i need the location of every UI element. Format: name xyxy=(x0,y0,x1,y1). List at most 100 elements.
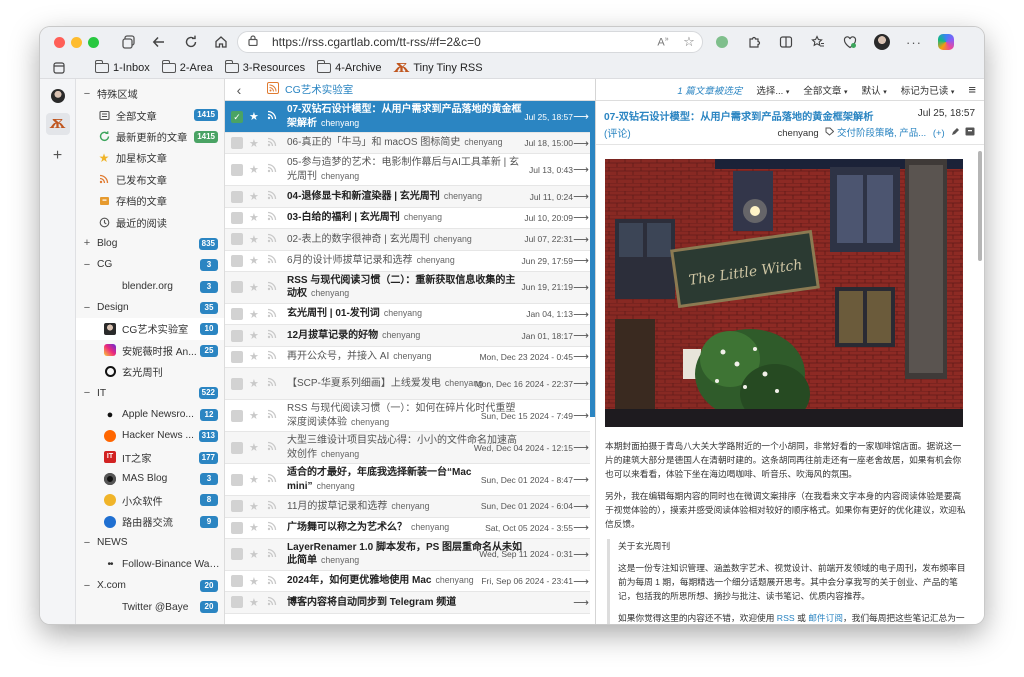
headline-row[interactable]: ★ 【SCP-华夏系列细画】上线爱发电 chenyang Mon, Dec 16 20… xyxy=(225,368,595,401)
select-checkbox[interactable] xyxy=(231,308,243,321)
copilot-icon[interactable] xyxy=(932,31,960,53)
star-icon[interactable]: ★ xyxy=(249,409,259,422)
open-arrow-icon[interactable]: ⟶ xyxy=(573,190,589,203)
publish-rss-icon[interactable] xyxy=(267,254,277,267)
open-arrow-icon[interactable]: ⟶ xyxy=(573,441,589,454)
sidebar-toggle-icon[interactable] xyxy=(53,61,65,74)
headline-row[interactable]: ★ 12月拔草记录的好物 chenyang Jan 01, 18:17 ⟶ xyxy=(225,325,595,347)
favorite-star-icon[interactable]: ☆ xyxy=(676,34,702,50)
split-screen-icon[interactable] xyxy=(772,31,800,53)
publish-rss-icon[interactable] xyxy=(267,596,277,609)
select-checkbox[interactable] xyxy=(231,350,243,363)
url-text[interactable]: https://rss.cgartlab.com/tt-rss/#f=2&c=0 xyxy=(272,35,650,49)
open-arrow-icon[interactable]: ⟶ xyxy=(573,233,589,246)
category-expander-icon[interactable]: − xyxy=(79,387,95,399)
select-checkbox[interactable] xyxy=(231,409,243,422)
bookmark-4-archive[interactable]: 4-Archive xyxy=(317,59,382,74)
feed-item[interactable]: IT IT之家 177 xyxy=(76,447,224,468)
hamburger-menu-icon[interactable]: ≡ xyxy=(968,82,976,97)
feed-category[interactable]: − NEWS xyxy=(76,532,224,553)
feed-item[interactable]: 安妮薇时报 An... 25 xyxy=(76,340,224,361)
read-aloud-icon[interactable]: A» xyxy=(650,36,676,49)
special-feed-item[interactable]: ★ 加星标文章 xyxy=(76,147,224,168)
bookmark-3-resources[interactable]: 3-Resources xyxy=(224,59,305,74)
headline-row[interactable]: ★ RSS 与现代阅读习惯（二）：重新获取信息收集的主动权 chenyang Jun … xyxy=(225,271,595,304)
feed-item[interactable]: MAS Blog 3 xyxy=(76,468,224,489)
category-expander-icon[interactable]: − xyxy=(79,302,95,314)
headline-row[interactable]: ★ 广场舞可以称之为艺术么？ chenyang Sat, Oct 05 2024 - … xyxy=(225,517,595,539)
category-expander-icon[interactable]: + xyxy=(79,237,95,249)
headline-title[interactable]: RSS 与现代阅读习惯（二）：重新获取信息收集的主动权 chenyang xyxy=(287,274,523,301)
star-icon[interactable]: ★ xyxy=(249,473,259,486)
category-expander-icon[interactable]: − xyxy=(79,88,95,100)
select-checkbox[interactable] xyxy=(231,137,243,150)
headline-row[interactable]: ★ 02-表上的数字很神奇 | 玄光周刊 chenyang Jul 07, 22:31… xyxy=(225,229,595,251)
browser-essentials-icon[interactable] xyxy=(836,31,864,53)
open-arrow-icon[interactable]: ⟶ xyxy=(573,500,589,513)
publish-rss-icon[interactable] xyxy=(267,190,277,203)
open-arrow-icon[interactable]: ⟶ xyxy=(573,308,589,321)
headline-row[interactable]: ★ 大型三维设计项目实战心得：小小的文件命名加速高效创作 chenyang Wed, … xyxy=(225,432,595,465)
publish-rss-icon[interactable] xyxy=(267,329,277,342)
open-arrow-icon[interactable]: ⟶ xyxy=(573,377,589,390)
publish-rss-icon[interactable] xyxy=(267,500,277,513)
select-checkbox[interactable] xyxy=(231,254,243,267)
select-checkbox[interactable] xyxy=(231,575,243,588)
star-icon[interactable]: ★ xyxy=(249,329,259,342)
article-title[interactable]: 07-双钻石设计模型：从用户需求到产品落地的黄金框架解析 xyxy=(604,108,873,123)
star-icon[interactable]: ★ xyxy=(249,190,259,203)
select-checkbox[interactable] xyxy=(231,190,243,203)
select-checkbox[interactable] xyxy=(231,233,243,246)
feed-item[interactable]: 小众软件 8 xyxy=(76,489,224,510)
publish-rss-icon[interactable] xyxy=(267,163,277,176)
archive-icon[interactable] xyxy=(965,127,975,139)
headline-row[interactable]: ★ 06-真正的「牛马」和 macOS 图标简史 chenyang Jul 18, 1… xyxy=(225,133,595,155)
select-checkbox[interactable] xyxy=(231,377,243,390)
feed-item[interactable]: blender.org 3 xyxy=(76,276,224,297)
star-icon[interactable]: ★ xyxy=(249,211,259,224)
select-checkbox[interactable] xyxy=(231,548,243,561)
headline-title[interactable]: 02-表上的数字很神奇 | 玄光周刊 chenyang xyxy=(287,233,523,247)
publish-rss-icon[interactable] xyxy=(267,521,277,534)
star-icon[interactable]: ★ xyxy=(249,548,259,561)
extensions-puzzle-icon[interactable] xyxy=(740,31,768,53)
select-checkbox[interactable] xyxy=(231,596,243,609)
select-checkbox[interactable] xyxy=(231,281,243,294)
star-icon[interactable]: ★ xyxy=(249,521,259,534)
headline-row[interactable]: ★ RSS 与现代阅读习惯（一）：如何在碎片化时代重塑深度阅读体验 chenyang… xyxy=(225,400,595,433)
minimize-window-button[interactable] xyxy=(71,36,82,48)
bookmark-tiny-tiny-rss[interactable]: Ѫ Tiny Tiny RSS xyxy=(394,61,483,75)
star-icon[interactable]: ★ xyxy=(249,137,259,150)
headline-title[interactable]: 12月拔草记录的好物 chenyang xyxy=(287,329,523,343)
open-arrow-icon[interactable]: ⟶ xyxy=(573,110,589,123)
headline-title[interactable]: 05-参与造梦的艺术：电影制作幕后与AI工具革新 | 玄光周刊 chenyang xyxy=(287,156,523,183)
rss-link[interactable]: RSS xyxy=(777,613,795,623)
more-tags-link[interactable]: (+) xyxy=(933,128,945,139)
star-icon[interactable]: ★ xyxy=(249,281,259,294)
feed-item[interactable]: Twitter @Baye 20 xyxy=(76,596,224,617)
open-arrow-icon[interactable]: ⟶ xyxy=(573,137,589,150)
star-icon[interactable]: ★ xyxy=(249,233,259,246)
headline-row[interactable]: ★ LayerRenamer 1.0 脚本发布，PS 图层重命名从未如此简单 che… xyxy=(225,538,595,571)
special-feed-item[interactable]: 最新更新的文章 1415 xyxy=(76,126,224,147)
open-arrow-icon[interactable]: ⟶ xyxy=(573,409,589,422)
star-icon[interactable]: ★ xyxy=(249,308,259,321)
feed-item[interactable]: •• Follow-Binance Wallet xyxy=(76,554,224,575)
publish-rss-icon[interactable] xyxy=(267,281,277,294)
star-icon[interactable]: ★ xyxy=(249,110,259,123)
star-icon[interactable]: ★ xyxy=(249,377,259,390)
open-arrow-icon[interactable]: ⟶ xyxy=(573,350,589,363)
headline-row[interactable]: ★ 再开公众号，并接入 AI chenyang Mon, Dec 23 2024 - … xyxy=(225,346,595,369)
select-checkbox[interactable] xyxy=(231,521,243,534)
open-arrow-icon[interactable]: ⟶ xyxy=(573,281,589,294)
headline-title[interactable]: 玄光周刊 | 01-发刊词 chenyang xyxy=(287,307,523,321)
select-checkbox[interactable] xyxy=(231,500,243,513)
feed-item[interactable]: 路由器交流 9 xyxy=(76,511,224,532)
feed-item[interactable]: ● Apple Newsro... 12 xyxy=(76,404,224,425)
headline-title[interactable]: 6月的设计师拔草记录和选荐 chenyang xyxy=(287,254,523,268)
new-tab-plus-icon[interactable]: + xyxy=(46,145,70,167)
publish-rss-icon[interactable] xyxy=(267,308,277,321)
feed-category[interactable]: + Blog 835 xyxy=(76,233,224,254)
address-bar[interactable]: https://rss.cgartlab.com/tt-rss/#f=2&c=0… xyxy=(237,31,703,53)
star-icon[interactable]: ★ xyxy=(249,350,259,363)
